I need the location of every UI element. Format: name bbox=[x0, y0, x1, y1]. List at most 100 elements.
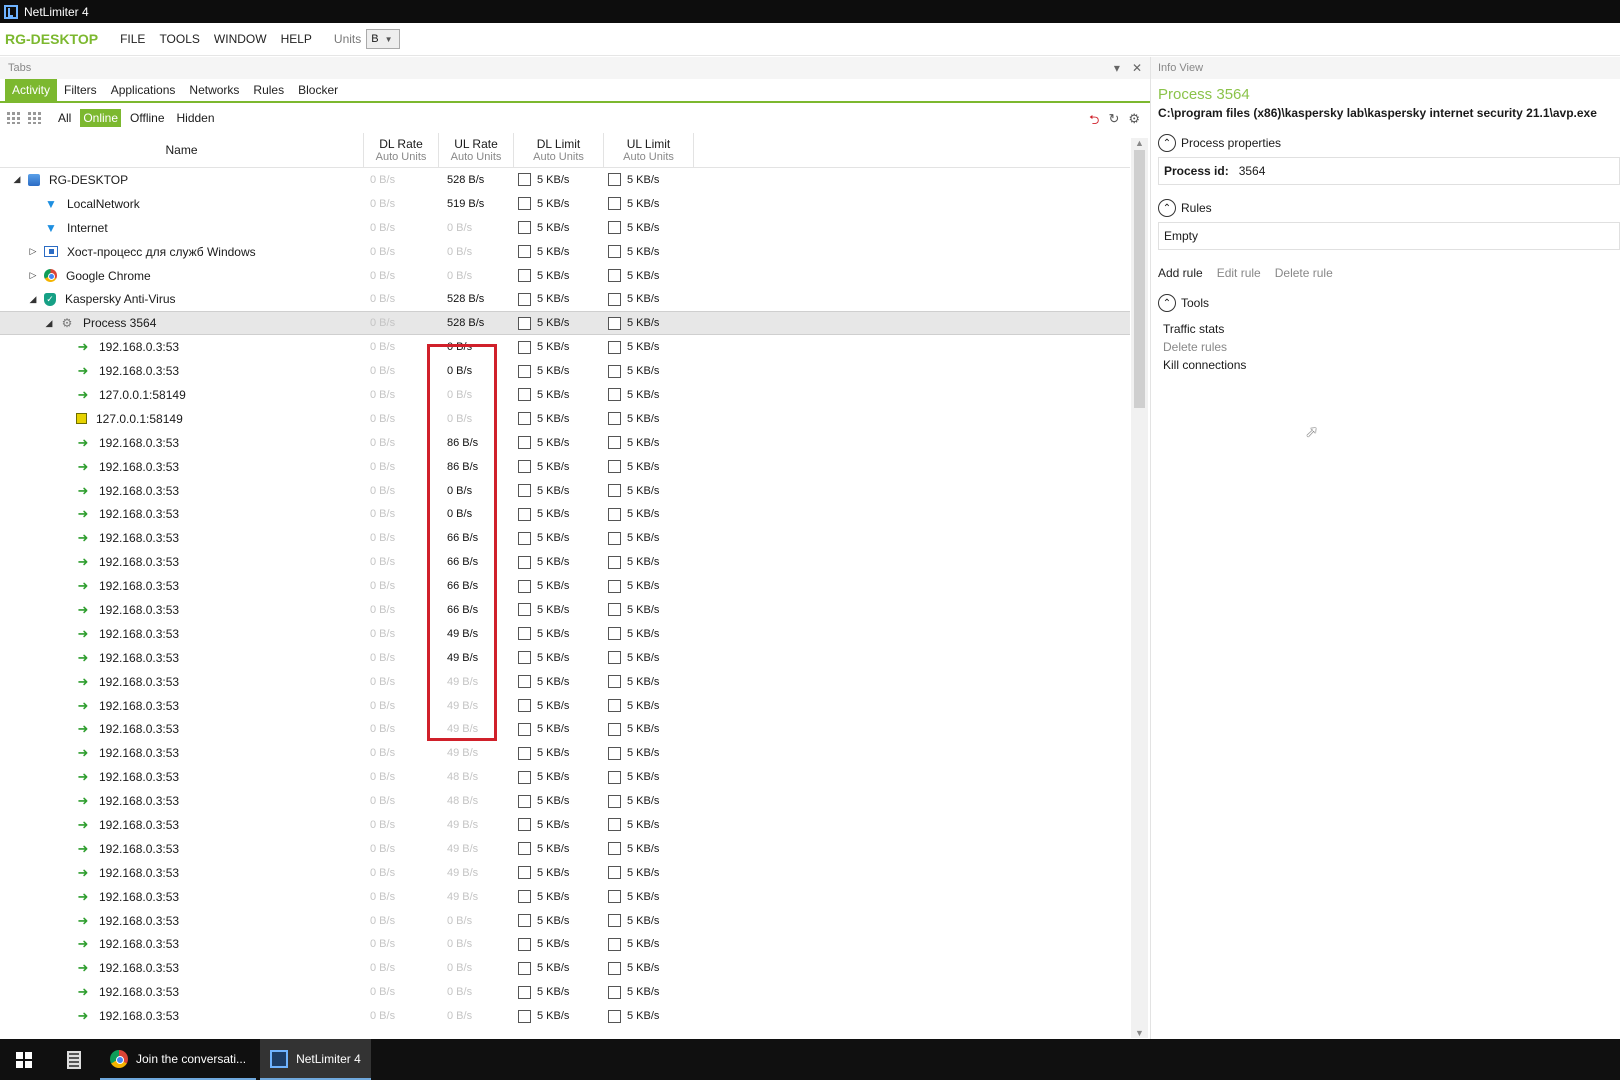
column-ul-limit[interactable]: UL Limit Auto Units bbox=[604, 133, 694, 167]
column-dl-limit[interactable]: DL Limit Auto Units bbox=[514, 133, 604, 167]
ul-limit-checkbox[interactable] bbox=[608, 197, 621, 211]
section-process-properties[interactable]: ⌃ Process properties bbox=[1158, 134, 1620, 152]
filter-all[interactable]: All bbox=[55, 109, 74, 127]
menu-window[interactable]: WINDOW bbox=[214, 32, 267, 46]
table-row[interactable]: ◢ RG-DESKTOP 0 B/s 528 B/s 5 KB/s 5 KB/s bbox=[0, 168, 1130, 192]
close-icon[interactable]: ✕ bbox=[1132, 61, 1142, 75]
vertical-scrollbar[interactable]: ▲ ▼ bbox=[1131, 138, 1148, 1038]
gear-icon[interactable]: ⚙ bbox=[1128, 111, 1140, 133]
ul-limit-checkbox[interactable] bbox=[608, 460, 621, 474]
expander-icon[interactable]: ▷ bbox=[28, 270, 38, 281]
kill-connections-link[interactable]: Kill connections bbox=[1163, 356, 1620, 374]
expander-icon[interactable]: ◢ bbox=[44, 318, 54, 329]
table-row[interactable]: ▼ Internet 0 B/s 0 B/s 5 KB/s 5 KB/s bbox=[0, 216, 1130, 240]
menu-help[interactable]: HELP bbox=[281, 32, 312, 46]
ul-limit-checkbox[interactable] bbox=[608, 245, 621, 259]
expander-icon[interactable]: ▷ bbox=[28, 246, 38, 257]
expander-icon[interactable]: ◢ bbox=[12, 174, 22, 185]
tab-filters[interactable]: Filters bbox=[57, 79, 104, 101]
ul-limit-checkbox[interactable] bbox=[608, 603, 621, 617]
table-row[interactable]: ➜ 127.0.0.1:58149 0 B/s 0 B/s 5 KB/s 5 KB/s bbox=[0, 383, 1130, 407]
table-row[interactable]: 127.0.0.1:58149 0 B/s 0 B/s 5 KB/s 5 KB/s bbox=[0, 407, 1130, 431]
dl-limit-checkbox[interactable] bbox=[518, 316, 531, 330]
table-row[interactable]: ◢ ✓ Kaspersky Anti-Virus 0 B/s 528 B/s 5 KB/s… bbox=[0, 287, 1130, 311]
dl-limit-checkbox[interactable] bbox=[518, 890, 531, 904]
dl-limit-checkbox[interactable] bbox=[518, 1009, 531, 1023]
menu-tools[interactable]: TOOLS bbox=[159, 32, 199, 46]
ul-limit-checkbox[interactable] bbox=[608, 173, 621, 187]
traffic-stats-link[interactable]: Traffic stats bbox=[1163, 320, 1620, 338]
column-name[interactable]: Name bbox=[0, 133, 364, 167]
menu-file[interactable]: FILE bbox=[120, 32, 145, 46]
ul-limit-checkbox[interactable] bbox=[608, 961, 621, 975]
filter-online[interactable]: Online bbox=[80, 109, 122, 127]
table-row[interactable]: ➜ 192.168.0.3:53 0 B/s 66 B/s 5 KB/s 5 KB/s bbox=[0, 574, 1130, 598]
dl-limit-checkbox[interactable] bbox=[518, 388, 531, 402]
table-row[interactable]: ➜ 192.168.0.3:53 0 B/s 0 B/s 5 KB/s 5 KB/s bbox=[0, 956, 1130, 980]
taskbar-item-chrome[interactable]: Join the conversati... bbox=[100, 1039, 257, 1080]
dl-limit-checkbox[interactable] bbox=[518, 699, 531, 713]
scrollbar-thumb[interactable] bbox=[1134, 150, 1145, 408]
ul-limit-checkbox[interactable] bbox=[608, 937, 621, 951]
delete-rule-link[interactable]: Delete rule bbox=[1275, 266, 1333, 280]
ul-limit-checkbox[interactable] bbox=[608, 364, 621, 378]
delete-rules-link[interactable]: Delete rules bbox=[1163, 338, 1620, 356]
dl-limit-checkbox[interactable] bbox=[518, 340, 531, 354]
dl-limit-checkbox[interactable] bbox=[518, 937, 531, 951]
ul-limit-checkbox[interactable] bbox=[608, 579, 621, 593]
table-row[interactable]: ➜ 192.168.0.3:53 0 B/s 66 B/s 5 KB/s 5 KB/s bbox=[0, 526, 1130, 550]
dl-limit-checkbox[interactable] bbox=[518, 364, 531, 378]
table-row[interactable]: ➜ 192.168.0.3:53 0 B/s 0 B/s 5 KB/s 5 KB/s bbox=[0, 502, 1130, 526]
undo-icon[interactable]: ⮌ bbox=[1089, 111, 1099, 133]
table-row[interactable]: ◢ ⚙ Process 3564 0 B/s 528 B/s 5 KB/s 5 KB/s bbox=[0, 311, 1130, 336]
dl-limit-checkbox[interactable] bbox=[518, 412, 531, 426]
table-row[interactable]: ➜ 192.168.0.3:53 0 B/s 86 B/s 5 KB/s 5 KB/s bbox=[0, 431, 1130, 455]
dl-limit-checkbox[interactable] bbox=[518, 292, 531, 306]
dl-limit-checkbox[interactable] bbox=[518, 746, 531, 760]
ul-limit-checkbox[interactable] bbox=[608, 746, 621, 760]
filter-offline[interactable]: Offline bbox=[127, 109, 167, 127]
table-row[interactable]: ➜ 192.168.0.3:53 0 B/s 0 B/s 5 KB/s 5 KB/s bbox=[0, 359, 1130, 383]
dl-limit-checkbox[interactable] bbox=[518, 770, 531, 784]
dl-limit-checkbox[interactable] bbox=[518, 579, 531, 593]
dl-limit-checkbox[interactable] bbox=[518, 245, 531, 259]
ul-limit-checkbox[interactable] bbox=[608, 842, 621, 856]
dl-limit-checkbox[interactable] bbox=[518, 961, 531, 975]
collapse-icon[interactable]: ⌃ bbox=[1158, 294, 1176, 312]
ul-limit-checkbox[interactable] bbox=[608, 985, 621, 999]
ul-limit-checkbox[interactable] bbox=[608, 675, 621, 689]
section-tools[interactable]: ⌃ Tools bbox=[1158, 294, 1620, 312]
table-row[interactable]: ➜ 192.168.0.3:53 0 B/s 0 B/s 5 KB/s 5 KB/s bbox=[0, 479, 1130, 503]
tab-applications[interactable]: Applications bbox=[104, 79, 183, 101]
ul-limit-checkbox[interactable] bbox=[608, 794, 621, 808]
table-row[interactable]: ➜ 192.168.0.3:53 0 B/s 49 B/s 5 KB/s 5 KB/s bbox=[0, 861, 1130, 885]
dl-limit-checkbox[interactable] bbox=[518, 866, 531, 880]
scroll-up-icon[interactable]: ▲ bbox=[1135, 138, 1144, 148]
table-row[interactable]: ➜ 192.168.0.3:53 0 B/s 49 B/s 5 KB/s 5 KB/s bbox=[0, 622, 1130, 646]
ul-limit-checkbox[interactable] bbox=[608, 627, 621, 641]
ul-limit-checkbox[interactable] bbox=[608, 890, 621, 904]
units-select[interactable]: B ▼ bbox=[366, 29, 401, 49]
table-row[interactable]: ➜ 192.168.0.3:53 0 B/s 49 B/s 5 KB/s 5 KB/s bbox=[0, 694, 1130, 718]
dl-limit-checkbox[interactable] bbox=[518, 484, 531, 498]
grid-view-icon[interactable] bbox=[7, 112, 21, 124]
table-row[interactable]: ➜ 192.168.0.3:53 0 B/s 66 B/s 5 KB/s 5 KB/s bbox=[0, 598, 1130, 622]
ul-limit-checkbox[interactable] bbox=[608, 340, 621, 354]
dl-limit-checkbox[interactable] bbox=[518, 818, 531, 832]
ul-limit-checkbox[interactable] bbox=[608, 507, 621, 521]
table-row[interactable]: ▼ LocalNetwork 0 B/s 519 B/s 5 KB/s 5 KB/s bbox=[0, 192, 1130, 216]
table-row[interactable]: ▷ Хост-процесс для служб Windows 0 B/s 0 B/… bbox=[0, 240, 1130, 264]
table-row[interactable]: ➜ 192.168.0.3:53 0 B/s 0 B/s 5 KB/s 5 KB/s bbox=[0, 335, 1130, 359]
refresh-icon[interactable]: ↻ bbox=[1108, 111, 1119, 133]
dl-limit-checkbox[interactable] bbox=[518, 675, 531, 689]
ul-limit-checkbox[interactable] bbox=[608, 292, 621, 306]
dl-limit-checkbox[interactable] bbox=[518, 531, 531, 545]
table-row[interactable]: ➜ 192.168.0.3:53 0 B/s 0 B/s 5 KB/s 5 KB/s bbox=[0, 1004, 1130, 1028]
table-row[interactable]: ➜ 192.168.0.3:53 0 B/s 0 B/s 5 KB/s 5 KB/s bbox=[0, 933, 1130, 957]
tab-blocker[interactable]: Blocker bbox=[291, 79, 345, 101]
table-row[interactable]: ➜ 192.168.0.3:53 0 B/s 49 B/s 5 KB/s 5 KB/s bbox=[0, 670, 1130, 694]
ul-limit-checkbox[interactable] bbox=[608, 412, 621, 426]
table-row[interactable]: ➜ 192.168.0.3:53 0 B/s 66 B/s 5 KB/s 5 KB/s bbox=[0, 550, 1130, 574]
table-row[interactable]: ➜ 192.168.0.3:53 0 B/s 49 B/s 5 KB/s 5 KB/s bbox=[0, 837, 1130, 861]
dl-limit-checkbox[interactable] bbox=[518, 603, 531, 617]
